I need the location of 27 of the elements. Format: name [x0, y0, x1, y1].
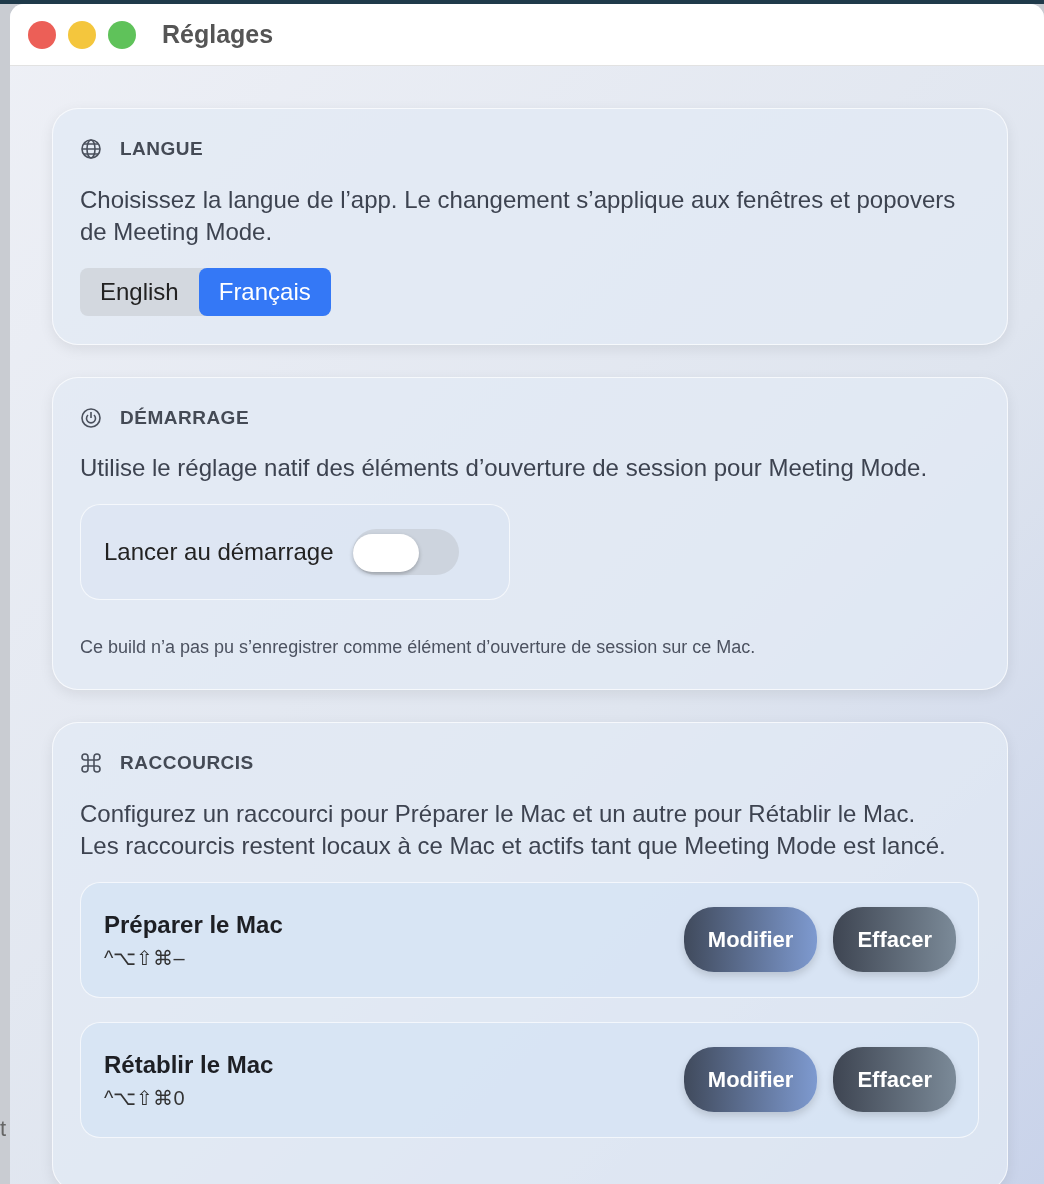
language-option[interactable]: Français	[198, 267, 331, 316]
section-description: Choisissez la langue de l’app. Le changement s’applique aux fenêtres et popovers de Meeting Mode.	[80, 184, 957, 247]
minimize-icon[interactable]	[68, 20, 96, 49]
shortcut-name: Rétablir le Mac	[104, 1049, 274, 1080]
zoom-icon[interactable]	[108, 20, 136, 49]
window-title: Réglages	[162, 18, 274, 50]
power-icon	[80, 406, 102, 429]
modify-button[interactable]: Modifier	[683, 907, 818, 972]
key-combination: ^⌥⇧⌘0	[104, 1085, 186, 1111]
key-combination: ^⌥⇧⌘–	[104, 945, 186, 971]
command-icon	[80, 752, 102, 775]
section-title: LANGUE	[120, 137, 204, 161]
shortcut-name: Préparer le Mac	[104, 909, 283, 940]
modify-button[interactable]: Modifier	[683, 1047, 818, 1112]
section-title: RACCOURCIS	[120, 751, 254, 775]
section-description: Utilise le réglage natif des éléments d’ouverture de session pour Meeting Mode.	[80, 453, 929, 483]
background-text: t	[0, 1115, 7, 1143]
globe-icon	[80, 138, 102, 161]
clear-button[interactable]: Effacer	[833, 907, 956, 972]
close-icon[interactable]	[28, 20, 56, 49]
note-text: Ce build n’a pas pu s’enregistrer comme élément d’ouverture de session sur ce Mac.	[80, 636, 757, 659]
toggle-label: Lancer au démarrage	[104, 537, 334, 567]
section-description: Configurez un raccourci pour Préparer le Mac et un autre pour Rétablir le Mac. Les raccourcis restent locaux à ce Mac et actifs tant que Meeting Mode est lancé.	[80, 798, 947, 861]
section-title: DÉMARRAGE	[120, 405, 250, 430]
launch-toggle[interactable]	[353, 529, 460, 575]
clear-button[interactable]: Effacer	[833, 1047, 956, 1112]
language-option[interactable]: English	[80, 267, 199, 316]
